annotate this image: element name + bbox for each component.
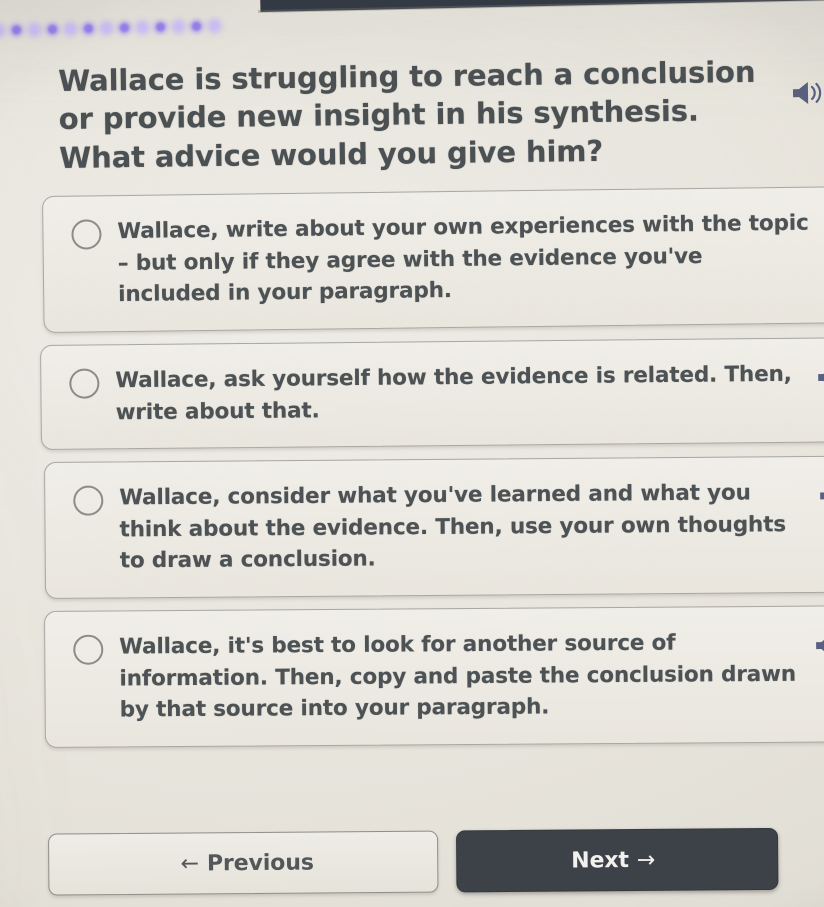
answer-option[interactable]: Wallace, write about your own experience… bbox=[42, 185, 824, 333]
answer-option-label: Wallace, ask yourself how the evidence i… bbox=[115, 361, 792, 425]
answer-option-label: Wallace, consider what you've learned an… bbox=[119, 480, 787, 574]
answer-speaker-icon[interactable] bbox=[817, 483, 824, 509]
progress-dot[interactable] bbox=[119, 22, 130, 32]
answer-option[interactable]: Wallace, it's best to look for another s… bbox=[44, 605, 824, 748]
progress-dot[interactable] bbox=[65, 23, 76, 33]
arrow-left-icon: ← bbox=[180, 850, 200, 877]
answer-option-label: Wallace, it's best to look for another s… bbox=[119, 630, 797, 723]
radio-unchecked-icon[interactable] bbox=[69, 368, 100, 399]
next-button[interactable]: Next → bbox=[455, 827, 779, 893]
progress-dot[interactable] bbox=[209, 20, 220, 30]
photographed-screen: Wallace is struggling to reach a conclus… bbox=[0, 0, 824, 907]
progress-dot[interactable] bbox=[0, 25, 4, 35]
progress-dot[interactable] bbox=[47, 24, 58, 34]
progress-dot[interactable] bbox=[137, 22, 148, 32]
question-speaker-icon[interactable] bbox=[790, 78, 824, 108]
previous-button-label: Previous bbox=[206, 850, 314, 876]
navigation-bar: ← Previous Next → bbox=[0, 827, 824, 907]
progress-dot[interactable] bbox=[83, 23, 94, 33]
arrow-right-icon: → bbox=[636, 847, 656, 873]
progress-dot[interactable] bbox=[29, 24, 40, 34]
answer-option-label: Wallace, write about your own experience… bbox=[117, 210, 809, 308]
previous-button[interactable]: ← Previous bbox=[47, 830, 439, 896]
progress-dots[interactable] bbox=[0, 12, 334, 41]
answer-speaker-icon[interactable] bbox=[815, 364, 824, 390]
radio-unchecked-icon[interactable] bbox=[71, 219, 102, 250]
progress-dot[interactable] bbox=[173, 21, 184, 31]
next-button-label: Next bbox=[571, 847, 629, 874]
answer-option[interactable]: Wallace, consider what you've learned an… bbox=[44, 455, 824, 599]
radio-unchecked-icon[interactable] bbox=[73, 485, 104, 516]
progress-dot[interactable] bbox=[155, 21, 166, 32]
question-text: Wallace is struggling to reach a conclus… bbox=[58, 54, 756, 175]
radio-unchecked-icon[interactable] bbox=[73, 634, 104, 665]
answer-speaker-icon[interactable] bbox=[813, 632, 824, 658]
answer-option[interactable]: Wallace, ask yourself how the evidence i… bbox=[40, 336, 824, 450]
quiz-screen: Wallace is struggling to reach a conclus… bbox=[0, 0, 824, 907]
answer-options-list: Wallace, write about your own experience… bbox=[0, 185, 824, 760]
progress-dot[interactable] bbox=[191, 21, 202, 31]
progress-dot[interactable] bbox=[101, 23, 112, 33]
progress-dot[interactable] bbox=[11, 24, 22, 35]
